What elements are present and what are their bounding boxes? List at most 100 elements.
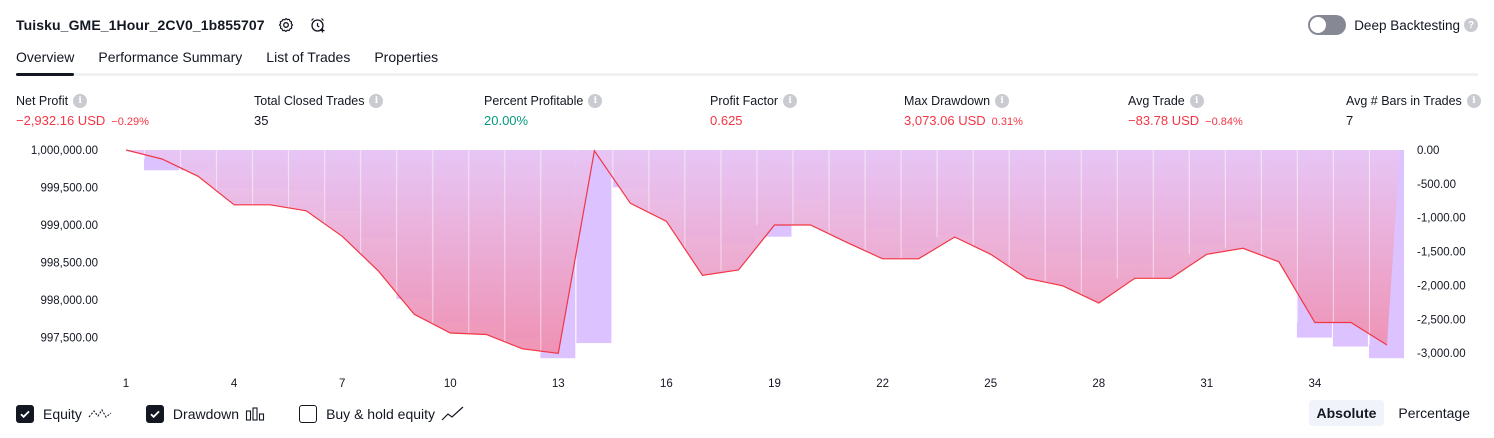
trade-separator	[684, 150, 686, 276]
percentage-button[interactable]: Percentage	[1390, 400, 1478, 426]
trade-separator	[1080, 150, 1082, 303]
right-tick-label: -1,000.00	[1417, 213, 1466, 225]
x-tick-label: 7	[339, 378, 345, 390]
metric-label: Max Drawdown	[904, 94, 991, 108]
deep-backtesting-label: Deep Backtesting	[1354, 17, 1460, 33]
trade-separator	[1116, 150, 1118, 279]
equity-area	[108, 150, 1400, 354]
x-tick-label: 34	[1309, 378, 1322, 390]
tab-properties[interactable]: Properties	[374, 46, 438, 73]
settings-gear-icon[interactable]	[275, 14, 297, 36]
trade-separator	[1188, 150, 1190, 255]
x-tick-label: 28	[1092, 378, 1105, 390]
left-tick-label: 999,000.00	[40, 220, 98, 232]
trade-separator	[180, 150, 182, 177]
trade-separator	[252, 150, 254, 205]
right-tick-label: -2,500.00	[1417, 314, 1466, 326]
buy-hold-checkbox[interactable]	[299, 405, 318, 423]
metric-value: 20.00%	[484, 113, 529, 128]
info-icon[interactable]: i	[73, 94, 88, 108]
info-icon[interactable]: i	[783, 94, 798, 108]
info-icon[interactable]: i	[995, 94, 1010, 108]
metric-avg-bars-in-trades: Avg # Bars in Trades i 7	[1346, 94, 1481, 128]
equity-line-icon	[88, 406, 112, 422]
legend-buy-hold-equity[interactable]: Buy & hold equity	[299, 405, 465, 423]
legend-drawdown[interactable]: Drawdown	[145, 405, 265, 423]
trade-separator	[216, 150, 218, 205]
trade-separator	[1260, 150, 1262, 262]
metric-net-profit: Net Profit i −2,932.16 USD −0.29%	[16, 94, 149, 128]
trade-separator	[540, 150, 542, 354]
x-tick-label: 1	[123, 378, 129, 390]
right-tick-label: -500.00	[1417, 179, 1456, 191]
metric-value: 3,073.06 USD	[904, 113, 986, 128]
x-tick-label: 10	[444, 378, 457, 390]
equity-checkbox[interactable]	[16, 405, 34, 423]
trade-separator	[756, 150, 758, 225]
help-icon[interactable]: ?	[1464, 18, 1478, 32]
metric-avg-trade: Avg Trade i −83.78 USD −0.84%	[1128, 94, 1243, 128]
metrics-row: Net Profit i −2,932.16 USD −0.29% Total Cl…	[0, 94, 1494, 134]
left-tick-label: 1,000,000.00	[31, 145, 98, 157]
drawdown-checkbox[interactable]	[145, 405, 164, 423]
left-tick-label: 997,500.00	[40, 333, 98, 345]
right-tick-label: -3,000.00	[1417, 348, 1466, 360]
x-tick-label: 22	[876, 378, 889, 390]
trade-separator	[972, 150, 974, 255]
value-mode-switch: Absolute Percentage	[1303, 400, 1479, 426]
trade-separator	[1369, 150, 1370, 345]
metric-percent: −0.84%	[1205, 116, 1243, 128]
deep-backtesting-toggle[interactable]	[1308, 15, 1347, 35]
tab-overview[interactable]: Overview	[16, 46, 75, 76]
equity-area-fill	[108, 150, 1400, 354]
metric-value: −83.78 USD	[1128, 113, 1200, 128]
tab-bar: Overview Performance Summary List of Tra…	[16, 46, 1478, 76]
info-icon[interactable]: i	[1466, 94, 1481, 108]
trade-separator	[864, 150, 866, 259]
metric-label: Avg Trade	[1128, 94, 1185, 108]
tab-list-of-trades[interactable]: List of Trades	[266, 46, 350, 73]
trade-separator	[504, 150, 506, 349]
trade-separator	[720, 150, 722, 270]
x-tick-label: 31	[1200, 378, 1213, 390]
add-alert-clock-icon[interactable]	[307, 14, 329, 36]
equity-drawdown-chart[interactable]: 1,000,000.00 999,500.00 999,000.00 998,500.…	[0, 138, 1494, 396]
trade-separator	[468, 150, 470, 335]
metric-total-closed-trades: Total Closed Trades i 35	[254, 94, 384, 128]
x-axis: 1 4 7 10 13 16 19 22 25 28 31 34	[123, 378, 1322, 390]
strategy-name: Tuisku_GME_1Hour_2CV0_1b855707	[16, 17, 265, 33]
trade-separator	[1296, 150, 1298, 323]
metric-profit-factor: Profit Factor i 0.625	[710, 94, 798, 128]
info-icon[interactable]: i	[1189, 94, 1204, 108]
drawdown-label: Drawdown	[172, 406, 240, 422]
x-tick-label: 13	[552, 378, 565, 390]
metric-label: Profit Factor	[710, 94, 779, 108]
chart-footer: Equity Drawdown Buy & hold equity Absolu…	[16, 400, 1478, 428]
metric-max-drawdown: Max Drawdown i 3,073.06 USD 0.31%	[904, 94, 1023, 128]
trade-separator	[396, 150, 398, 315]
left-tick-label: 998,000.00	[40, 295, 98, 307]
info-icon[interactable]: i	[369, 94, 384, 108]
trade-separator	[1008, 150, 1010, 279]
absolute-button[interactable]: Absolute	[1308, 400, 1385, 426]
right-tick-label: -1,500.00	[1417, 247, 1466, 259]
tab-performance-summary[interactable]: Performance Summary	[98, 46, 242, 73]
x-tick-label: 25	[984, 378, 997, 390]
bar-chart-icon	[245, 406, 265, 422]
x-tick-label: 19	[768, 378, 781, 390]
metric-label: Total Closed Trades	[254, 94, 365, 108]
metric-label: Avg # Bars in Trades	[1346, 94, 1462, 108]
metric-value: −2,932.16 USD	[16, 113, 106, 128]
legend-equity[interactable]: Equity	[16, 405, 112, 423]
trade-separator	[1044, 150, 1046, 286]
right-tick-label: -2,000.00	[1417, 281, 1466, 293]
left-axis: 1,000,000.00 999,500.00 999,000.00 998,500.…	[31, 145, 98, 345]
deep-backtesting-control: Deep Backtesting ?	[1308, 12, 1478, 38]
trade-separator	[792, 150, 794, 225]
trend-line-icon	[441, 406, 465, 422]
x-tick-label: 4	[231, 378, 238, 390]
left-tick-label: 998,500.00	[40, 258, 98, 270]
info-icon[interactable]: i	[588, 94, 603, 108]
trade-separator	[1152, 150, 1154, 279]
trade-separator	[1224, 150, 1226, 249]
